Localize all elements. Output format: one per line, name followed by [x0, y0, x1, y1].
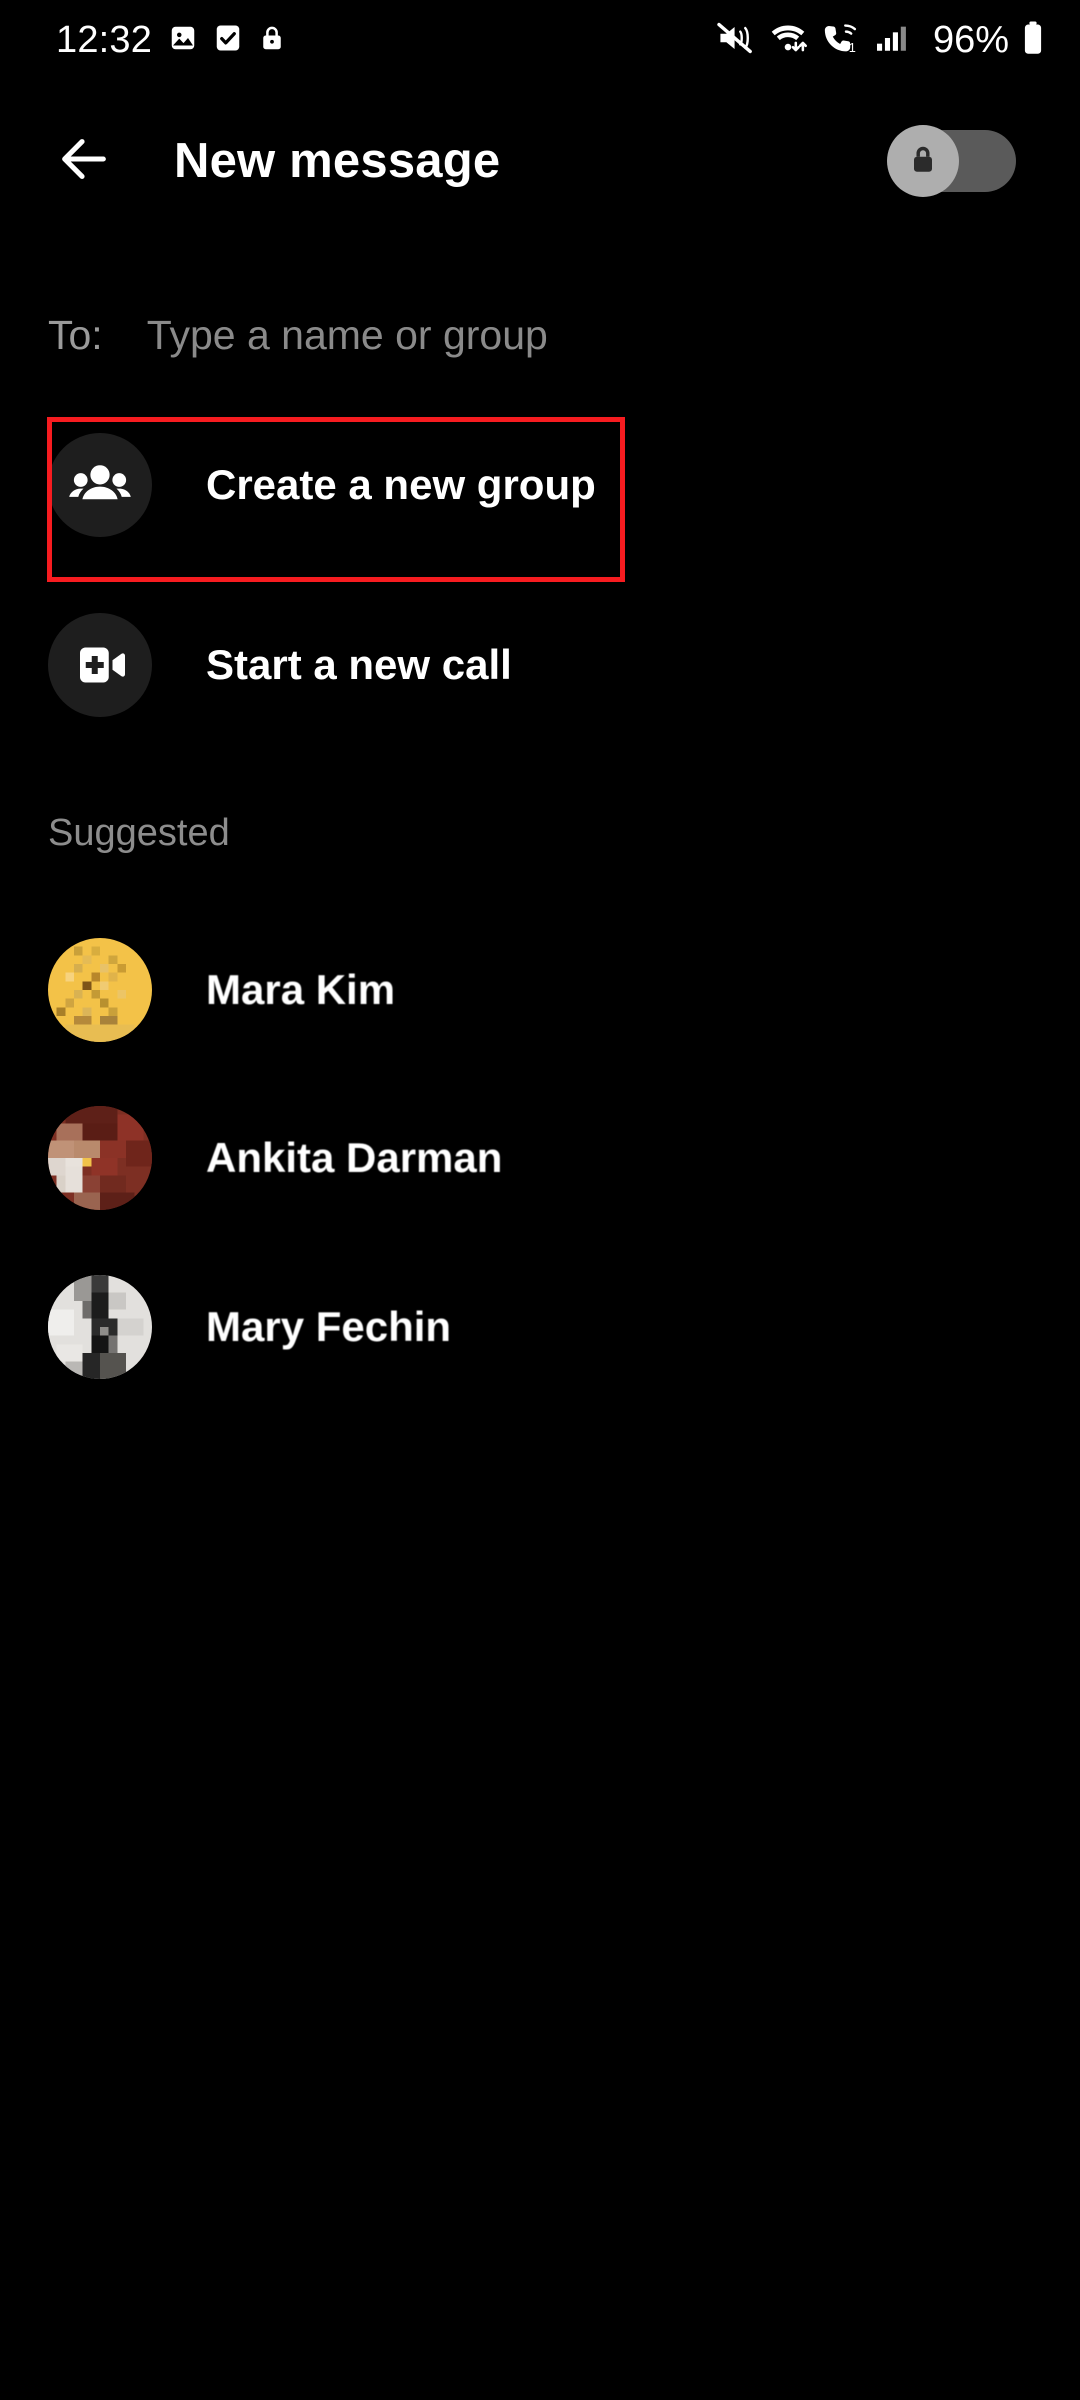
- suggested-section-header: Suggested: [48, 812, 230, 854]
- status-bar-clock: 12:32: [56, 19, 153, 61]
- signal-icon: [874, 21, 914, 60]
- lock-icon: [906, 141, 940, 182]
- wifi-calling-icon: 1: [821, 21, 861, 60]
- status-bar-left: 12:32: [56, 21, 286, 59]
- new-message-screen: 12:32 1 96% New message To: Type a name …: [0, 0, 1080, 2400]
- to-label: To:: [48, 311, 103, 358]
- create-new-group-row[interactable]: Create a new group: [0, 420, 1080, 550]
- video-call-add-icon: [48, 613, 152, 717]
- toggle-thumb: [887, 125, 959, 197]
- status-bar-right: 1 96%: [717, 20, 1044, 61]
- avatar: [48, 1275, 152, 1379]
- back-button[interactable]: [32, 109, 136, 213]
- status-bar: 12:32 1 96%: [0, 0, 1080, 80]
- lock-icon: [258, 23, 286, 58]
- contact-name: Ankita Darman: [206, 1134, 503, 1181]
- page-title: New message: [174, 134, 501, 188]
- encryption-toggle[interactable]: [887, 125, 1016, 197]
- start-new-call-row[interactable]: Start a new call: [0, 600, 1080, 730]
- contact-name: Mary Fechin: [206, 1303, 452, 1350]
- back-arrow-icon: [55, 130, 113, 193]
- checkbox-icon: [214, 23, 242, 58]
- contact-name: Mara Kim: [206, 966, 396, 1013]
- svg-text:1: 1: [849, 40, 856, 55]
- recipient-input[interactable]: Type a name or group: [147, 312, 548, 359]
- image-icon: [168, 23, 198, 58]
- group-people-icon: [48, 433, 152, 537]
- battery-icon: [1022, 20, 1044, 61]
- create-new-group-label: Create a new group: [206, 461, 596, 508]
- app-header: New message: [0, 106, 1080, 216]
- start-new-call-label: Start a new call: [206, 641, 512, 688]
- list-item[interactable]: Mara Kim: [0, 925, 1080, 1055]
- wifi-icon: [768, 21, 808, 60]
- recipient-row[interactable]: To: Type a name or group: [0, 300, 1080, 370]
- list-item[interactable]: Mary Fechin: [0, 1262, 1080, 1392]
- list-item[interactable]: Ankita Darman: [0, 1093, 1080, 1223]
- battery-percent-label: 96%: [932, 19, 1009, 61]
- avatar: [48, 1106, 152, 1210]
- avatar: [48, 938, 152, 1042]
- mute-icon: [717, 21, 755, 60]
